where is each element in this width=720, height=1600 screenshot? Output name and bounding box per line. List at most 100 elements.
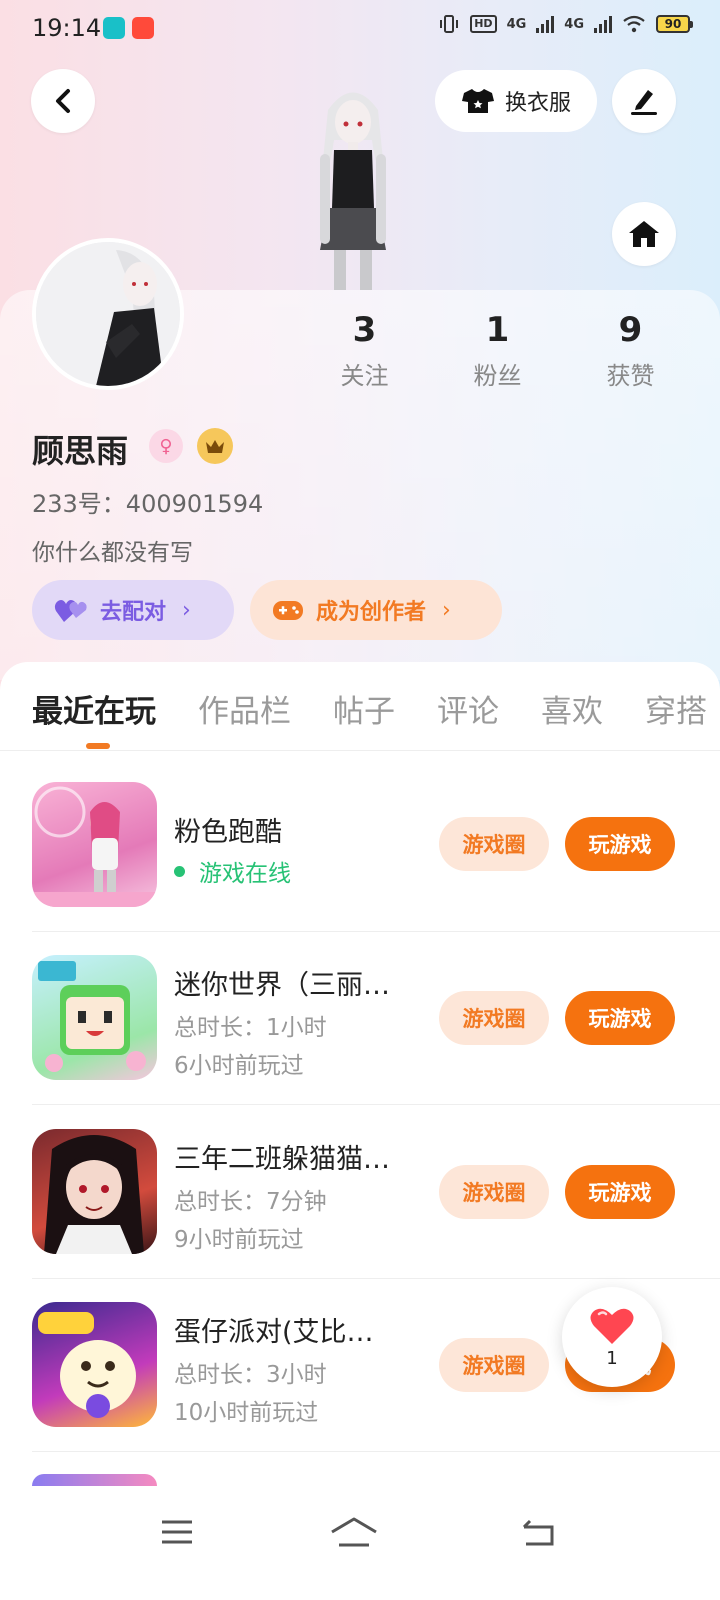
stat-value: 3 <box>352 310 377 350</box>
wifi-icon <box>623 15 645 33</box>
play-game-button[interactable]: 玩游戏 <box>565 991 675 1045</box>
game-circle-button[interactable]: 游戏圈 <box>439 817 549 871</box>
game-thumbnail <box>32 786 157 907</box>
game-title: 蛋仔派对(艾比… <box>174 1317 374 1348</box>
profile-stats: 3 关注 1 粉丝 9 获赞 <box>298 308 698 391</box>
dress-up-button[interactable]: 换衣服 <box>435 70 597 132</box>
game-thumbnail <box>44 1135 144 1254</box>
game-online-status: 游戏在线 <box>174 854 291 888</box>
system-back-button[interactable] <box>509 1510 569 1554</box>
game-circle-button[interactable]: 游戏圈 <box>439 1338 549 1392</box>
avatar-image <box>36 242 180 386</box>
online-status-text: 游戏在线 <box>199 861 291 887</box>
creator-label: 成为创作者 <box>316 600 427 625</box>
game-icon[interactable] <box>32 955 157 1080</box>
divider <box>0 750 720 751</box>
signal-icon <box>594 15 612 33</box>
tab-recent-play[interactable]: 最近在玩 <box>32 686 156 731</box>
stat-label: 关注 <box>340 362 389 390</box>
system-home-button[interactable] <box>324 1510 384 1554</box>
like-count: 1 <box>606 1347 618 1369</box>
chevron-right-icon: › <box>182 597 191 623</box>
game-circle-button[interactable]: 游戏圈 <box>439 1165 549 1219</box>
back-button[interactable] <box>31 69 95 133</box>
hearts-icon <box>54 600 87 622</box>
game-icon[interactable] <box>32 1474 157 1486</box>
game-list-item[interactable]: 粉色跑酷 游戏在线 游戏圈 玩游戏 <box>32 782 688 910</box>
game-thumbnail <box>38 961 146 1072</box>
stat-likes[interactable]: 9 获赞 <box>564 308 697 391</box>
stat-value: 1 <box>485 310 510 350</box>
game-duration: 总时长：1小时 <box>174 1015 327 1041</box>
tab-posts[interactable]: 帖子 <box>333 686 395 731</box>
game-icon[interactable] <box>32 1129 157 1254</box>
female-gender-icon: ♀ <box>149 429 183 463</box>
system-navigation-bar <box>0 1486 720 1600</box>
network-type: 4G <box>506 16 527 32</box>
game-last-played: 9小时前玩过 <box>174 1227 304 1253</box>
status-bar: 19:14 HD 4G 4G 90 <box>0 0 720 56</box>
game-title: 粉色跑酷 <box>174 817 282 848</box>
shirt-icon <box>461 89 494 113</box>
status-indicators: HD 4G 4G 90 <box>438 14 693 34</box>
battery-icon: 90 <box>656 15 693 33</box>
game-list-item[interactable]: 迷你世界（三丽… 总时长：1小时 6小时前玩过 游戏圈 玩游戏 <box>32 955 688 1083</box>
crown-glyph <box>206 440 224 453</box>
become-creator-button[interactable]: 成为创作者 › <box>250 580 502 640</box>
menu-icon <box>162 1520 192 1544</box>
stat-following[interactable]: 3 关注 <box>298 308 431 391</box>
hd-icon: HD <box>470 15 497 33</box>
game-last-played: 10小时前玩过 <box>174 1400 319 1426</box>
game-icon[interactable] <box>32 1302 157 1427</box>
app-notification-icon <box>103 17 125 39</box>
game-icon[interactable] <box>32 782 157 907</box>
pencil-icon <box>631 90 657 115</box>
profile-avatar[interactable] <box>32 238 184 390</box>
stat-followers[interactable]: 1 粉丝 <box>431 308 564 391</box>
gamepad-icon <box>273 601 303 620</box>
game-title: 三年二班躲猫猫… <box>174 1144 390 1175</box>
tab-outfits[interactable]: 穿搭 <box>645 686 707 731</box>
divider <box>32 1451 720 1452</box>
divider <box>32 1104 720 1105</box>
status-time: 19:14 <box>32 14 102 42</box>
heart-icon <box>590 1308 634 1344</box>
home-outline-icon <box>331 1517 377 1547</box>
chevron-right-icon: › <box>442 597 451 623</box>
play-game-button[interactable]: 玩游戏 <box>565 1165 675 1219</box>
stat-value: 9 <box>618 310 643 350</box>
crown-icon[interactable] <box>197 428 233 464</box>
tab-likes[interactable]: 喜欢 <box>541 686 603 731</box>
signal-icon <box>536 15 555 33</box>
vibrate-icon <box>440 15 459 33</box>
match-label: 去配对 <box>100 600 167 625</box>
online-dot-icon <box>174 865 185 877</box>
divider <box>32 931 720 932</box>
game-duration: 总时长：3小时 <box>174 1362 327 1388</box>
chevron-left-icon <box>56 89 70 113</box>
active-tab-indicator <box>86 743 110 749</box>
tab-comments[interactable]: 评论 <box>437 686 499 731</box>
profile-tabs: 最近在玩 作品栏 帖子 评论 喜欢 穿搭 <box>32 686 720 731</box>
game-title: 迷你世界（三丽… <box>174 970 390 1001</box>
tab-works[interactable]: 作品栏 <box>198 686 291 731</box>
app-notification-icon <box>132 17 154 39</box>
stat-label: 获赞 <box>606 362 655 390</box>
user-id: 233号：400901594 <box>32 490 264 518</box>
avatar-character-figure <box>320 92 386 290</box>
match-button[interactable]: 去配对 › <box>32 580 234 640</box>
game-list-item[interactable]: 三年二班躲猫猫… 总时长：7分钟 9小时前玩过 游戏圈 玩游戏 <box>32 1129 688 1257</box>
dress-up-label: 换衣服 <box>504 91 571 116</box>
floating-like-button[interactable]: 1 <box>562 1287 662 1387</box>
back-arrow-icon <box>522 1519 554 1546</box>
recents-button[interactable] <box>147 1510 207 1554</box>
game-last-played: 6小时前玩过 <box>174 1053 304 1079</box>
play-game-button[interactable]: 玩游戏 <box>565 817 675 871</box>
stat-label: 粉丝 <box>473 362 522 390</box>
network-type: 4G <box>564 16 584 32</box>
game-thumbnail <box>38 1312 136 1418</box>
game-circle-button[interactable]: 游戏圈 <box>439 991 549 1045</box>
edit-profile-button[interactable] <box>612 69 676 133</box>
game-duration: 总时长：7分钟 <box>174 1189 327 1215</box>
home-button[interactable] <box>612 202 676 266</box>
